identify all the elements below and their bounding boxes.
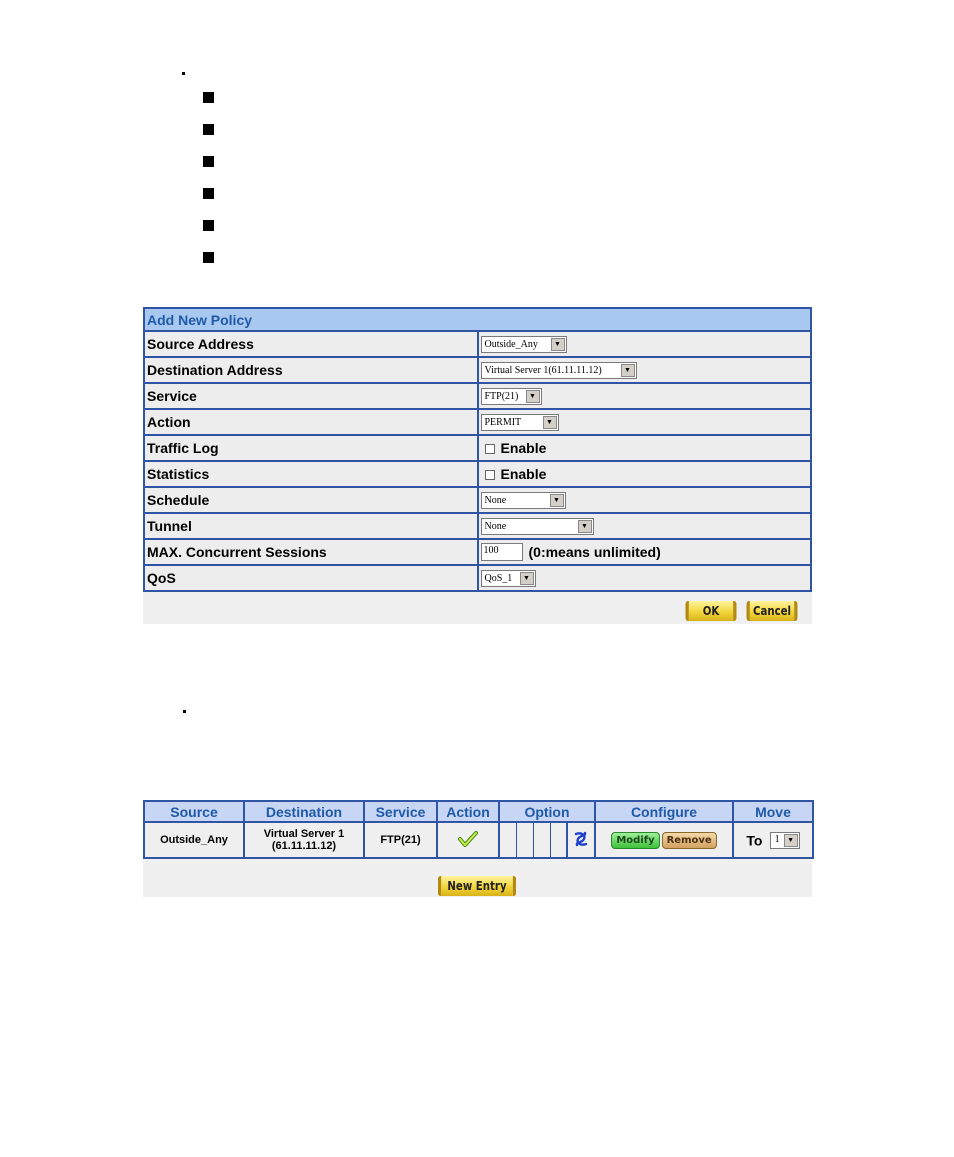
option-cell — [498, 821, 517, 859]
header-configure: Configure — [594, 800, 734, 823]
qos-select[interactable]: QoS_1 ▼ — [480, 569, 536, 587]
bullet-square — [203, 156, 214, 167]
traffic-log-label: Traffic Log — [143, 434, 479, 462]
tunnel-select[interactable]: None ▼ — [480, 517, 594, 535]
chevron-down-icon: ▼ — [783, 833, 798, 847]
chevron-down-icon: ▼ — [519, 571, 534, 585]
chevron-down-icon: ▼ — [542, 415, 557, 429]
cancel-button[interactable]: Cancel — [746, 601, 798, 621]
statistics-checkbox[interactable] — [484, 470, 495, 481]
bullet-square — [203, 188, 214, 199]
bullet-dot — [183, 710, 186, 713]
chevron-down-icon: ▼ — [577, 519, 592, 533]
destination-address-label: Destination Address — [143, 356, 479, 384]
schedule-label: Schedule — [143, 486, 479, 514]
header-destination: Destination — [243, 800, 365, 823]
header-source: Source — [143, 800, 245, 823]
bullet-square — [203, 252, 214, 263]
action-label: Action — [143, 408, 479, 436]
service-select[interactable]: FTP(21) ▼ — [480, 387, 542, 405]
source-cell: Outside_Any — [143, 821, 245, 859]
panel-title: Add New Policy — [143, 307, 812, 332]
chevron-down-icon: ▼ — [525, 389, 540, 403]
qos-link-icon[interactable] — [572, 830, 590, 848]
action-select[interactable]: PERMIT ▼ — [480, 413, 559, 431]
configure-cell: Modify Remove — [594, 821, 734, 859]
service-label: Service — [143, 382, 479, 410]
new-entry-button[interactable]: New Entry — [437, 876, 517, 896]
qos-label: QoS — [143, 564, 479, 592]
statistics-label: Statistics — [143, 460, 479, 488]
schedule-select[interactable]: None ▼ — [480, 491, 566, 509]
bullet-square — [203, 92, 214, 103]
option-cell — [566, 821, 596, 859]
add-policy-table: Add New Policy Source Address Outside_An… — [143, 307, 812, 592]
option-cell — [549, 821, 568, 859]
add-policy-panel: Add New Policy Source Address Outside_An… — [143, 307, 812, 624]
statistics-enable-label: Enable — [500, 466, 547, 482]
traffic-log-enable-label: Enable — [500, 440, 547, 456]
ok-button[interactable]: OK — [685, 601, 737, 621]
header-move: Move — [732, 800, 814, 823]
chevron-down-icon: ▼ — [620, 363, 635, 377]
destination-address-select[interactable]: Virtual Server 1(61.11.11.12) ▼ — [480, 361, 637, 379]
move-to-label: To — [746, 832, 763, 848]
option-cell — [532, 821, 551, 859]
action-cell — [436, 821, 500, 859]
table-row: Outside_Any Virtual Server 1 (61.11.11.1… — [143, 821, 814, 859]
max-sessions-label: MAX. Concurrent Sessions — [143, 538, 479, 566]
remove-button[interactable]: Remove — [661, 831, 717, 849]
destination-cell: Virtual Server 1 (61.11.11.12) — [243, 821, 365, 859]
header-action: Action — [436, 800, 500, 823]
table-header-row: Source Destination Service Action Option… — [143, 800, 814, 823]
bullet-square — [203, 220, 214, 231]
permit-check-icon — [458, 830, 478, 847]
source-address-label: Source Address — [143, 330, 479, 358]
service-cell: FTP(21) — [363, 821, 438, 859]
chevron-down-icon: ▼ — [550, 337, 565, 351]
bullet-square — [203, 124, 214, 135]
modify-button[interactable]: Modify — [611, 831, 660, 849]
header-option: Option — [498, 800, 596, 823]
chevron-down-icon: ▼ — [549, 493, 564, 507]
source-address-select[interactable]: Outside_Any ▼ — [480, 335, 567, 353]
traffic-log-checkbox[interactable] — [484, 444, 495, 455]
policy-list-table: Source Destination Service Action Option… — [143, 800, 814, 859]
max-sessions-input[interactable]: 100 — [480, 543, 523, 562]
move-cell: To 1 ▼ — [732, 821, 814, 859]
move-position-select[interactable]: 1 ▼ — [769, 831, 800, 849]
header-service: Service — [363, 800, 438, 823]
policy-list-panel: Source Destination Service Action Option… — [143, 800, 814, 897]
max-sessions-hint: (0:means unlimited) — [528, 544, 661, 561]
bullet-dot — [182, 72, 185, 75]
option-cell — [515, 821, 534, 859]
tunnel-label: Tunnel — [143, 512, 479, 540]
